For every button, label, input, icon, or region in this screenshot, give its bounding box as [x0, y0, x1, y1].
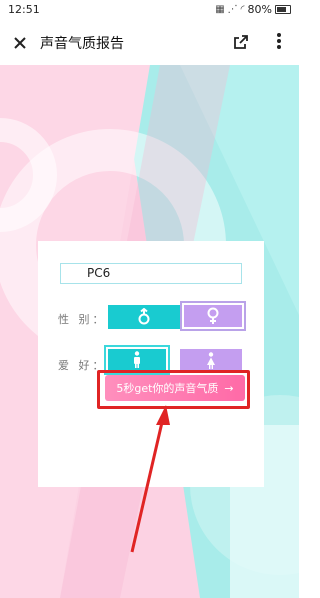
- annotation-arrow: [130, 405, 170, 553]
